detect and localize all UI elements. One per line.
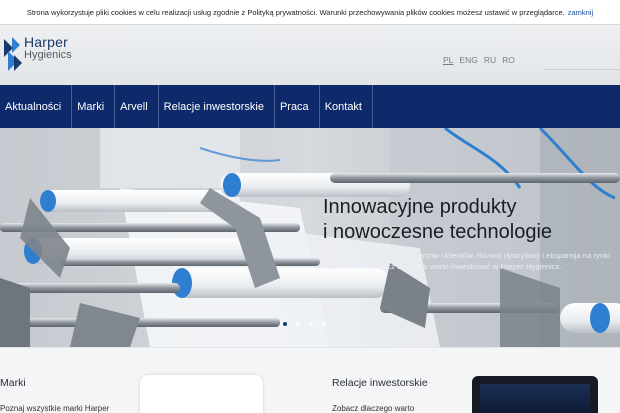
marki-section-title[interactable]: Marki xyxy=(0,377,26,389)
slider-dot-4[interactable] xyxy=(322,322,326,326)
hero-subtitle: Znajomość potrzeb konsumentów i klientów… xyxy=(324,251,610,271)
slider-dots xyxy=(283,322,326,326)
slider-dot-1[interactable] xyxy=(283,322,287,326)
hero-title-line1: Innowacyjne produkty xyxy=(323,196,517,218)
nav-aktualnosci[interactable]: Aktualności xyxy=(0,85,73,128)
brand-card-image[interactable] xyxy=(140,375,263,413)
lang-ro[interactable]: RO xyxy=(502,55,515,65)
tablet-image[interactable] xyxy=(472,376,598,413)
logo-name: Harper xyxy=(24,34,68,50)
lang-eng[interactable]: ENG xyxy=(459,55,477,65)
content-section: Marki Poznaj wszystkie marki Harper Rela… xyxy=(0,347,620,413)
nav-relacje-inwestorskie[interactable]: Relacje inwestorskie xyxy=(159,85,275,128)
cookie-text: Strona wykorzystuje pliki cookies w celu… xyxy=(26,7,565,17)
relacje-section-title[interactable]: Relacje inwestorskie xyxy=(332,377,428,389)
language-switcher: PL ENG RU RO xyxy=(443,55,515,65)
relacje-section-text[interactable]: Zobacz dlaczego warto xyxy=(332,404,414,413)
hero-title-line2: i nowoczesne technologie xyxy=(323,221,553,243)
lang-ru[interactable]: RU xyxy=(484,55,496,65)
logo-subtitle: Hygienics xyxy=(24,49,72,61)
nav-marki[interactable]: Marki xyxy=(72,85,116,128)
slider-dot-2[interactable] xyxy=(296,322,300,326)
nav-arvell[interactable]: Arvell xyxy=(115,85,159,128)
slider-dot-3[interactable] xyxy=(309,322,313,326)
hero-title: Innowacyjne produkty i nowoczesne techno… xyxy=(323,195,620,245)
header: Harper Hygienics PL ENG RU RO xyxy=(0,24,620,85)
nav-praca[interactable]: Praca xyxy=(275,85,320,128)
cookie-close-link[interactable]: zamknij xyxy=(568,8,593,17)
tablet-screen xyxy=(480,384,590,413)
cookie-bar: Strona wykorzystuje pliki cookies w celu… xyxy=(0,0,620,24)
main-nav: Aktualności Marki Arvell Relacje inwesto… xyxy=(0,85,620,128)
logo-text[interactable]: Harper Hygienics xyxy=(24,35,72,61)
marki-section-text[interactable]: Poznaj wszystkie marki Harper xyxy=(0,404,109,413)
lang-pl[interactable]: PL xyxy=(443,55,453,65)
hero-banner[interactable]: Innowacyjne produkty i nowoczesne techno… xyxy=(0,128,620,347)
nav-kontakt[interactable]: Kontakt xyxy=(320,85,373,128)
search-field[interactable] xyxy=(544,69,620,70)
